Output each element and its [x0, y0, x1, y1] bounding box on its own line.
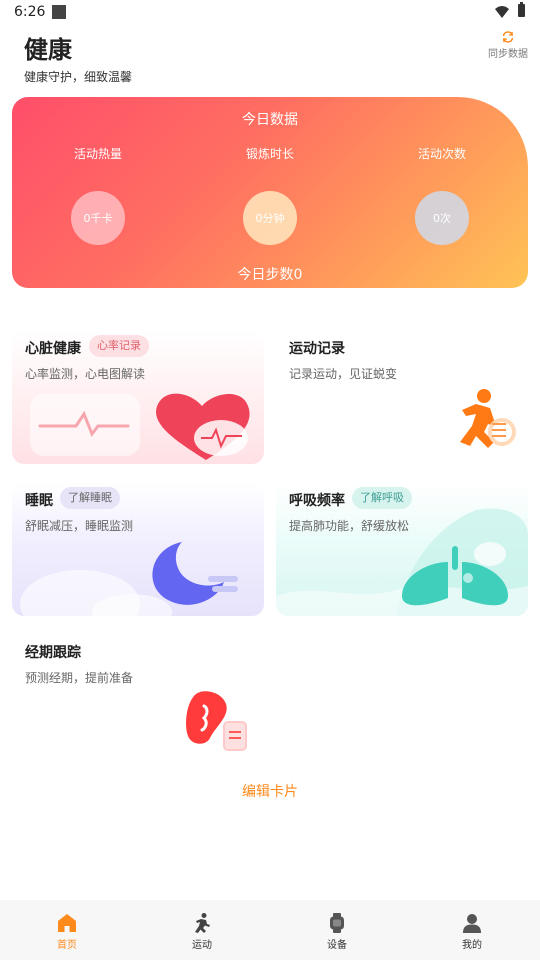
metric-count-value: 0次 [415, 191, 469, 245]
person-icon [463, 914, 481, 933]
sync-label: 同步数据 [488, 49, 528, 60]
card-title: 心脏健康 [25, 341, 81, 357]
nav-home[interactable]: 首页 [27, 912, 107, 956]
home-icon [58, 914, 76, 932]
status-time: 6:26 [14, 4, 46, 20]
watch-icon [330, 913, 344, 933]
period-icon [186, 691, 247, 751]
sleep-card[interactable]: 睡眠 了解睡眠 舒眠减压，睡眠监测 [12, 482, 264, 616]
metric-calories-value: 0千卡 [71, 191, 125, 245]
edit-cards-button[interactable]: 编辑卡片 [0, 781, 540, 801]
wifi-icon [495, 6, 509, 18]
card-title: 经期跟踪 [25, 645, 81, 661]
card-desc: 舒眠减压，睡眠监测 [25, 519, 134, 533]
metric-duration-value: 0分钟 [243, 191, 297, 245]
heart-illustration [30, 393, 250, 460]
heart-rate-record-tag[interactable]: 心率记录 [89, 335, 149, 357]
page-title: 健康 [24, 36, 72, 64]
battery-icon [518, 2, 525, 17]
runner-icon [460, 389, 516, 448]
card-desc: 心率监测，心电图解读 [25, 367, 146, 381]
running-icon [195, 913, 210, 933]
period-tracking-card[interactable]: 经期跟踪 预测经期，提前准备 [12, 634, 264, 774]
metric-calories-label: 活动热量 [73, 147, 122, 161]
today-data-card[interactable]: 今日数据 活动热量 锻炼时长 活动次数 0千卡 0分钟 0次 今日步数0 [12, 97, 528, 288]
metric-count-label: 活动次数 [417, 147, 466, 161]
page-subtitle: 健康守护，细致温馨 [24, 70, 133, 84]
learn-sleep-tag[interactable]: 了解睡眠 [60, 487, 120, 509]
heart-health-card[interactable]: 心脏健康 心率记录 心率监测，心电图解读 [12, 330, 264, 464]
notification-icon [52, 5, 66, 19]
moon-illustration [20, 542, 238, 616]
today-steps: 今日步数0 [237, 267, 303, 283]
nav-mine[interactable]: 我的 [432, 912, 512, 956]
status-bar: 6:26 [0, 0, 540, 26]
bottom-nav: 首页 运动 设备 我的 [0, 900, 540, 960]
card-title: 睡眠 [25, 493, 53, 509]
card-desc: 记录运动，见证蜕变 [289, 367, 398, 381]
card-desc: 预测经期，提前准备 [25, 671, 134, 685]
lungs-illustration [276, 508, 528, 616]
nav-home-label: 首页 [57, 940, 77, 951]
metric-duration-label: 锻炼时长 [245, 147, 294, 161]
sync-icon [502, 31, 514, 43]
today-title: 今日数据 [242, 112, 298, 128]
nav-sport-label: 运动 [192, 940, 212, 951]
sync-data-button[interactable]: 同步数据 [484, 30, 532, 62]
nav-device[interactable]: 设备 [297, 912, 377, 956]
nav-device-label: 设备 [327, 940, 347, 951]
nav-sport[interactable]: 运动 [162, 912, 242, 956]
sport-record-card[interactable]: 运动记录 记录运动，见证蜕变 [276, 330, 528, 464]
nav-mine-label: 我的 [462, 940, 482, 951]
breath-rate-card[interactable]: 呼吸频率 了解呼吸 提高肺功能，舒缓放松 [276, 482, 528, 616]
card-title: 运动记录 [289, 341, 345, 357]
